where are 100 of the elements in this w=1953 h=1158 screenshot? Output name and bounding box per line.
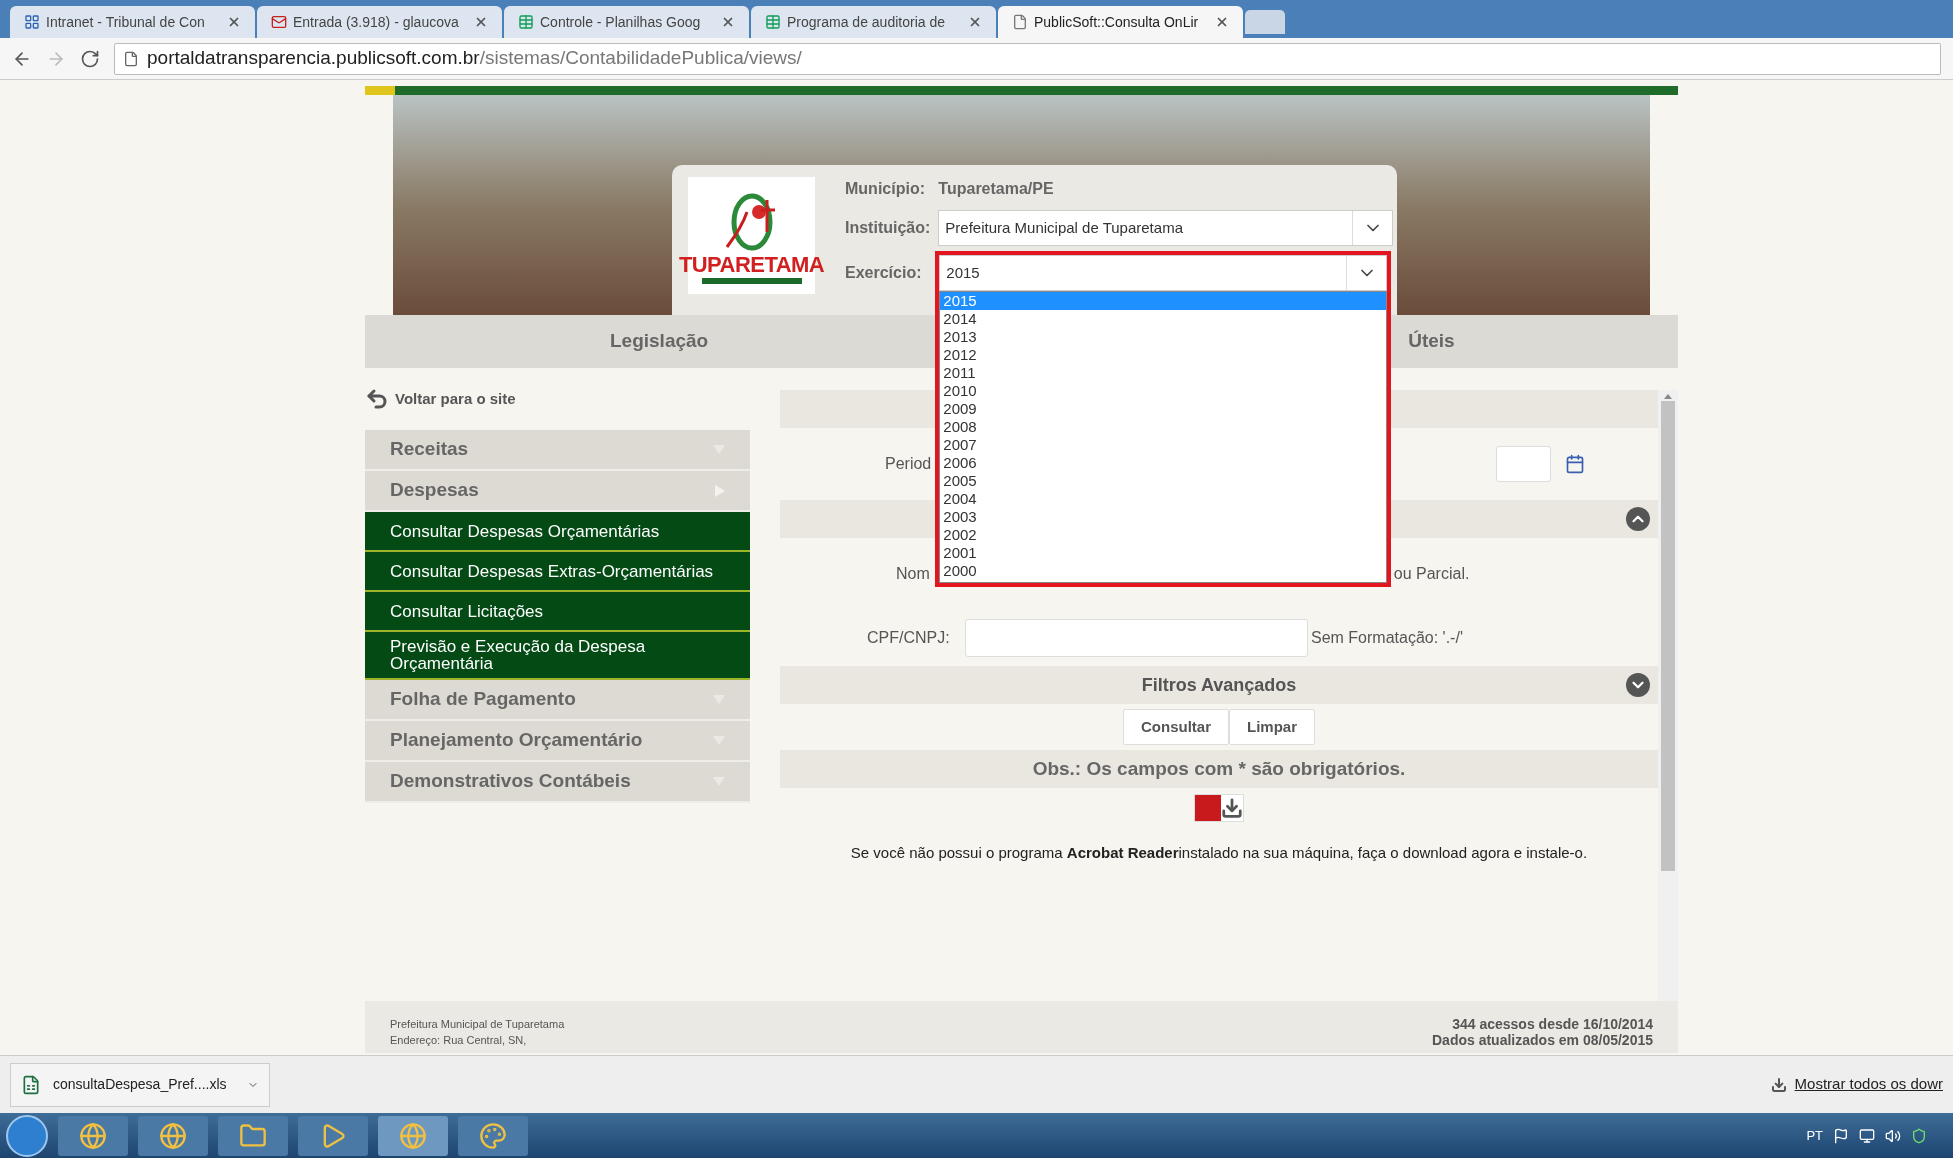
language-indicator[interactable]: PT bbox=[1806, 1125, 1823, 1146]
menu-section[interactable]: Despesas bbox=[365, 471, 750, 512]
year-option[interactable]: 2003 bbox=[940, 508, 1387, 526]
year-option[interactable]: 2002 bbox=[940, 526, 1387, 544]
menu-item[interactable]: Consultar Despesas Orçamentárias bbox=[365, 512, 750, 552]
download-item[interactable]: consultaDespesa_Pref....xls bbox=[10, 1062, 270, 1107]
required-fields-note: Obs.: Os campos com * são obrigatórios. bbox=[1032, 756, 1406, 781]
footer-text: Endereço: Rua Central, SN, bbox=[390, 1033, 528, 1048]
menu-item[interactable]: Consultar Licitações bbox=[365, 592, 750, 632]
year-option[interactable]: 2014 bbox=[940, 310, 1387, 328]
tab-title: Programa de auditoria de bbox=[787, 12, 946, 32]
logo-text: TUPARETAMA bbox=[678, 254, 825, 276]
monitor-icon[interactable] bbox=[1859, 1127, 1875, 1144]
menu-item[interactable]: Previsão e Execução da Despesa Orçamentária bbox=[365, 632, 750, 680]
scroll-up-arrow-icon[interactable] bbox=[1664, 394, 1672, 399]
year-option[interactable]: 2012 bbox=[940, 346, 1387, 364]
tab-title: Entrada (3.918) - glaucova bbox=[293, 12, 460, 32]
url-text: portaldatransparencia.publicsoft.com.br/sistemas/ContabilidadePublica/views/ bbox=[147, 46, 802, 71]
taskbar-app-button[interactable] bbox=[58, 1115, 128, 1156]
footer-text: Prefeitura Municipal de Tuparetama bbox=[390, 1017, 565, 1032]
tab-title: Controle - Planilhas Goog bbox=[540, 12, 702, 32]
taskbar-app-button[interactable] bbox=[298, 1115, 368, 1156]
file-name: consultaDespesa_Pref....xls bbox=[53, 1075, 228, 1094]
pdf-download-button[interactable] bbox=[1194, 794, 1244, 822]
browser-tab[interactable]: Entrada (3.918) - glaucova bbox=[257, 6, 502, 38]
year-option[interactable]: 2006 bbox=[940, 454, 1387, 472]
browser-tab[interactable]: Programa de auditoria de bbox=[751, 6, 996, 38]
menu-section[interactable]: Folha de Pagamento bbox=[365, 680, 750, 721]
year-select[interactable]: 2015 bbox=[939, 255, 1388, 291]
footer-text: Dados atualizados em 08/05/2015 bbox=[1432, 1032, 1653, 1048]
menu-section[interactable]: Planejamento Orçamentário bbox=[365, 721, 750, 762]
expand-icon[interactable] bbox=[1626, 673, 1650, 697]
shield-icon[interactable] bbox=[1911, 1127, 1927, 1144]
page-icon bbox=[123, 50, 139, 67]
form-button[interactable]: Limpar bbox=[1229, 709, 1315, 745]
nav-link[interactable]: Úteis bbox=[1408, 327, 1455, 356]
field-label: Instituição: bbox=[845, 218, 931, 238]
scrollbar[interactable] bbox=[1658, 390, 1678, 1001]
year-option[interactable]: 2004 bbox=[940, 490, 1387, 508]
taskbar-app-button[interactable] bbox=[378, 1115, 448, 1156]
date-field[interactable] bbox=[1496, 446, 1552, 482]
show-all-link[interactable]: Mostrar todos os dowr bbox=[1794, 1073, 1943, 1096]
cpf-field[interactable] bbox=[965, 619, 1308, 657]
acrobat-note: Se você não possui o programa Acrobat Readerinstalado na sua máquina, faça o download agora e instale-o. bbox=[850, 842, 1588, 863]
tab-title: PublicSoft::Consulta OnLir bbox=[1034, 12, 1200, 32]
close-icon[interactable] bbox=[721, 15, 735, 29]
institution-select[interactable]: Prefeitura Municipal de Tuparetama bbox=[938, 210, 1393, 246]
folder-icon bbox=[239, 1121, 267, 1150]
year-option[interactable]: 2009 bbox=[940, 400, 1387, 418]
reload-icon[interactable] bbox=[80, 48, 100, 69]
close-icon[interactable] bbox=[227, 15, 241, 29]
calendar-icon[interactable] bbox=[1565, 454, 1586, 474]
spreadsheet-file-icon bbox=[21, 1074, 41, 1095]
close-icon[interactable] bbox=[474, 15, 488, 29]
start-button[interactable] bbox=[6, 1114, 48, 1157]
back-arrow-icon bbox=[365, 387, 389, 411]
address-field[interactable]: portaldatransparencia.publicsoft.com.br/sistemas/ContabilidadePublica/views/ bbox=[114, 42, 1941, 75]
advanced-filters-bar: Filtros Avançados bbox=[780, 666, 1658, 704]
page-icon bbox=[1012, 14, 1028, 30]
taskbar-app-button[interactable] bbox=[138, 1115, 208, 1156]
taskbar-app-button[interactable] bbox=[218, 1115, 288, 1156]
year-option[interactable]: 2001 bbox=[940, 544, 1387, 562]
menu-section[interactable]: Receitas bbox=[365, 430, 750, 471]
globe-icon bbox=[399, 1121, 427, 1150]
globe-icon bbox=[79, 1121, 107, 1150]
nav-link[interactable]: Legislação bbox=[610, 327, 709, 356]
year-option[interactable]: 2008 bbox=[940, 418, 1387, 436]
field-label: Period bbox=[885, 454, 932, 474]
year-option[interactable]: 2007 bbox=[940, 436, 1387, 454]
browser-tab[interactable]: Intranet - Tribunal de Con bbox=[10, 6, 255, 38]
browser-tab[interactable]: PublicSoft::Consulta OnLir bbox=[998, 6, 1243, 38]
close-icon[interactable] bbox=[968, 15, 982, 29]
taskbar-app-button[interactable] bbox=[458, 1115, 528, 1156]
grid-icon bbox=[24, 14, 40, 30]
year-option[interactable]: 2011 bbox=[940, 364, 1387, 382]
flag-icon[interactable] bbox=[1833, 1127, 1849, 1144]
field-label: CPF/CNPJ: bbox=[867, 628, 951, 648]
footer-text: 344 acessos desde 16/10/2014 bbox=[1452, 1016, 1653, 1032]
year-option[interactable]: 2005 bbox=[940, 472, 1387, 490]
collapse-icon[interactable] bbox=[1626, 507, 1650, 531]
mail-icon bbox=[271, 14, 287, 30]
hint-text: Sem Formatação: '.-/' bbox=[1311, 628, 1463, 648]
menu-item[interactable]: Consultar Despesas Extras-Orçamentárias bbox=[365, 552, 750, 592]
year-option[interactable]: 2010 bbox=[940, 382, 1387, 400]
field-label: Exercício: bbox=[845, 263, 923, 283]
year-option[interactable]: 2013 bbox=[940, 328, 1387, 346]
stripe-accent bbox=[365, 86, 395, 95]
menu-section[interactable]: Demonstrativos Contábeis bbox=[365, 762, 750, 803]
spreadsheet-icon bbox=[765, 14, 781, 30]
field-label: Município: bbox=[845, 179, 926, 199]
year-option[interactable]: 2000 bbox=[940, 562, 1387, 580]
browser-tab[interactable]: Controle - Planilhas Goog bbox=[504, 6, 749, 38]
download-icon bbox=[1221, 797, 1243, 819]
municipality-value: Tuparetama/PE bbox=[938, 179, 1055, 199]
form-button[interactable]: Consultar bbox=[1123, 709, 1229, 745]
close-icon[interactable] bbox=[1215, 15, 1229, 29]
field-label: Nom bbox=[896, 564, 930, 584]
speaker-icon[interactable] bbox=[1885, 1127, 1901, 1144]
back-link[interactable]: Voltar para o site bbox=[395, 387, 516, 411]
tab-title: Intranet - Tribunal de Con bbox=[46, 12, 206, 32]
